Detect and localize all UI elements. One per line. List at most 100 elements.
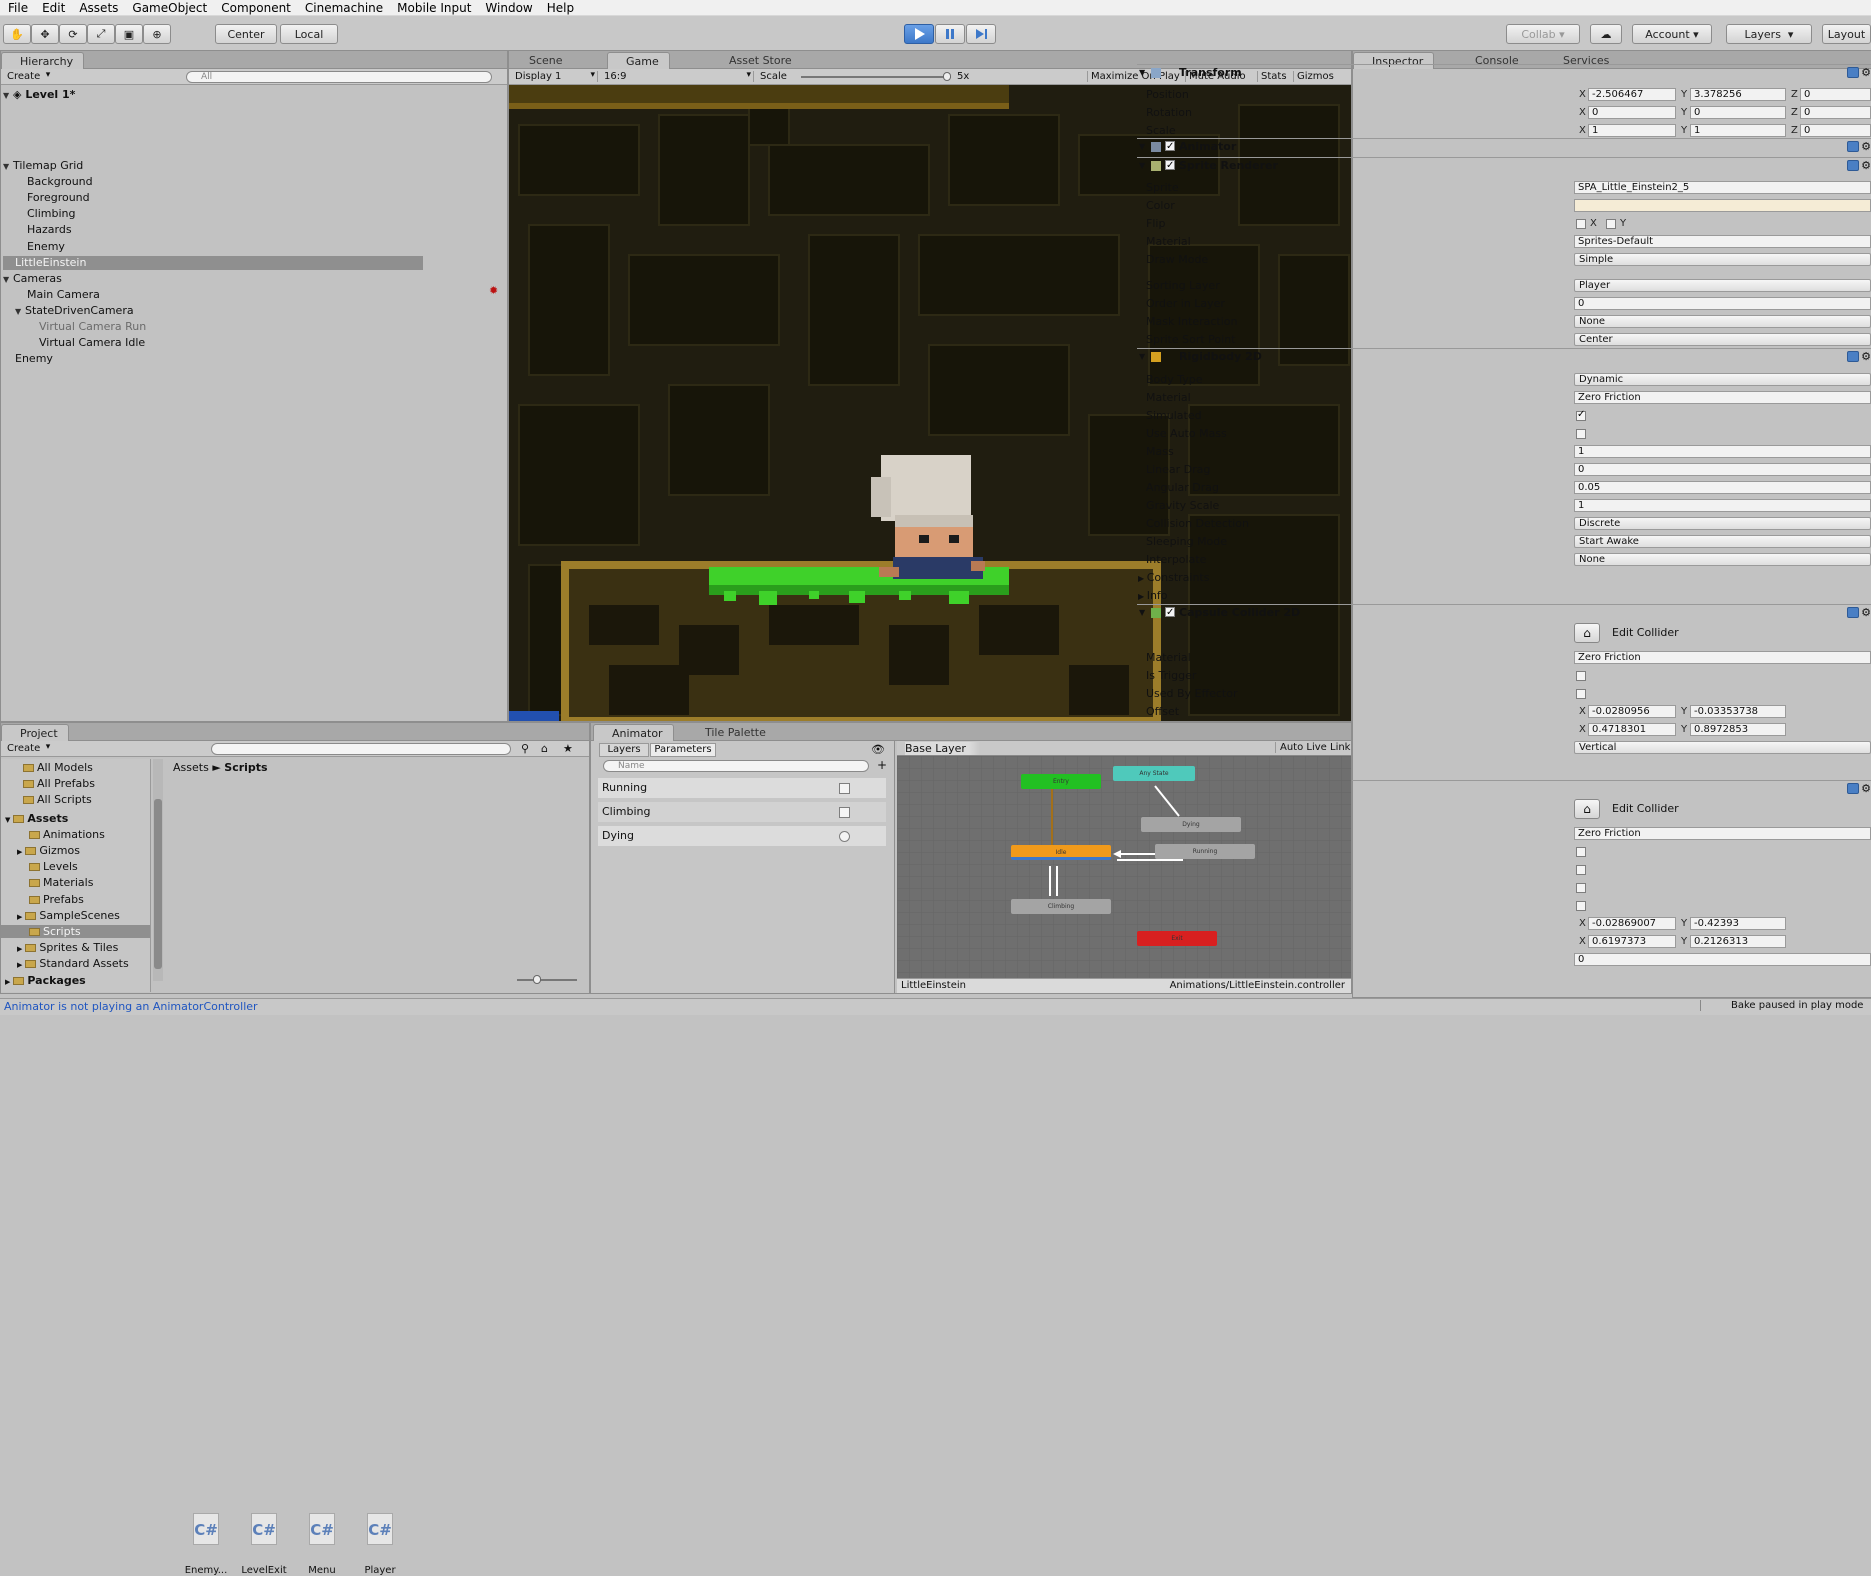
transform-scale-x-field[interactable]: 1 <box>1588 124 1676 137</box>
packages-root-folder[interactable]: ▶ Packages <box>5 974 86 987</box>
breadcrumb-scripts[interactable]: Scripts <box>224 761 267 774</box>
collapse-arrow-icon[interactable]: ▼ <box>1139 139 1145 155</box>
icon-size-slider[interactable] <box>517 979 577 981</box>
project-create-dropdown[interactable]: Create <box>1 742 52 754</box>
filter-by-type-icon[interactable]: ⚲ <box>521 742 529 755</box>
hierarchy-item[interactable]: ▼ Cameras <box>3 272 423 286</box>
base-layer-breadcrumb[interactable]: Base Layer <box>905 742 980 755</box>
state-climbing[interactable]: Climbing <box>1011 899 1111 914</box>
sprite-renderer-draw-mode-dropdown[interactable]: Simple <box>1574 253 1871 266</box>
order-in-layer-field[interactable]: 0 <box>1574 297 1871 310</box>
rigidbody-interpolate-dropdown[interactable]: None <box>1574 553 1871 566</box>
capsule-edit-collider-button[interactable]: ⌂ <box>1574 623 1600 643</box>
rigidbody-body-type-dropdown[interactable]: Dynamic <box>1574 373 1871 386</box>
collapse-arrow-icon[interactable]: ▼ <box>1139 349 1145 365</box>
folder-standard-assets[interactable]: ▶ Standard Assets <box>17 957 129 970</box>
expand-arrow-icon[interactable]: ▶ <box>17 848 22 856</box>
hierarchy-item[interactable]: Foreground <box>3 191 423 205</box>
display-dropdown[interactable]: Display 1 <box>509 70 597 82</box>
rotate-tool-button[interactable]: ⟳ <box>59 24 87 44</box>
state-dying[interactable]: Dying <box>1141 817 1241 832</box>
sprite-renderer-sorting-layer-dropdown[interactable]: Player <box>1574 279 1871 292</box>
hierarchy-item[interactable]: Background <box>3 175 423 189</box>
expand-arrow-icon[interactable]: ▶ <box>5 978 10 986</box>
favorite-search-item[interactable]: All Prefabs <box>23 777 95 790</box>
rigidbody-gravity-scale-field[interactable]: 1 <box>1574 499 1871 512</box>
component-gear-icon[interactable]: ⚙ <box>1861 349 1871 365</box>
box-offset-x-field[interactable]: -0.02869007 <box>1588 917 1676 930</box>
collapse-arrow-icon[interactable]: ▼ <box>3 88 13 103</box>
pivot-center-button[interactable]: Center <box>215 24 277 44</box>
collapse-arrow-icon[interactable]: ▼ <box>1139 158 1145 174</box>
animator-component-header[interactable]: ▼ Animator ⚙ <box>1137 138 1871 155</box>
menu-help[interactable]: Help <box>541 1 582 15</box>
rigidbody-angular-drag-field[interactable]: 0.05 <box>1574 481 1871 494</box>
transform-scale-y-field[interactable]: 1 <box>1690 124 1786 137</box>
hierarchy-create-dropdown[interactable]: Create <box>1 70 52 82</box>
capsule-collider-2d-header[interactable]: ▼ Capsule Collider 2D ⚙ <box>1137 604 1871 621</box>
box-used-by-composite-checkbox[interactable] <box>1576 883 1586 893</box>
box-is-trigger-checkbox[interactable] <box>1576 847 1586 857</box>
favorite-search-item[interactable]: All Scripts <box>23 793 92 806</box>
parameters-subtab[interactable]: Parameters <box>650 743 716 757</box>
transform-tool-button[interactable]: ⊕ <box>143 24 171 44</box>
folder-animations[interactable]: Animations <box>29 828 105 841</box>
collab-dropdown[interactable]: Collab ▾ <box>1506 24 1580 44</box>
breadcrumb-assets[interactable]: Assets <box>173 761 209 774</box>
script-file-name[interactable]: Enemy... <box>176 1565 236 1576</box>
capsule-direction-dropdown[interactable]: Vertical <box>1574 741 1871 754</box>
favorites-star-icon[interactable]: ★ <box>563 742 573 755</box>
csharp-script-icon[interactable]: C# <box>193 1513 219 1545</box>
hierarchy-item[interactable]: Enemy <box>3 352 423 366</box>
script-file-name[interactable]: Player <box>350 1565 410 1576</box>
hand-tool-button[interactable]: ✋ <box>3 24 31 44</box>
capsule-used-by-effector-checkbox[interactable] <box>1576 689 1586 699</box>
assets-root-folder[interactable]: ▼ Assets <box>5 812 68 825</box>
tab-asset-store[interactable]: Asset Store <box>711 52 802 69</box>
state-running[interactable]: Running <box>1155 844 1255 859</box>
layout-dropdown[interactable]: Layout <box>1822 24 1871 44</box>
project-search-input[interactable] <box>211 743 511 755</box>
hierarchy-item[interactable]: ▼ Tilemap Grid <box>3 159 423 173</box>
collapse-arrow-icon[interactable]: ▼ <box>1139 605 1145 621</box>
expand-arrow-icon[interactable]: ▶ <box>1138 574 1147 583</box>
project-tree-scrollbar[interactable] <box>153 759 163 981</box>
folder-sprites-tiles[interactable]: ▶ Sprites & Tiles <box>17 941 118 954</box>
tab-animator[interactable]: Animator <box>593 724 674 741</box>
folder-samplescenes[interactable]: ▶ SampleScenes <box>17 909 120 922</box>
step-button[interactable] <box>966 24 996 44</box>
script-file-name[interactable]: Menu <box>292 1565 352 1576</box>
parameter-row[interactable]: Running <box>598 778 886 798</box>
folder-materials[interactable]: Materials <box>29 876 93 889</box>
menu-window[interactable]: Window <box>479 1 540 15</box>
help-book-icon[interactable] <box>1847 783 1859 794</box>
favorite-search-item[interactable]: All Models <box>23 761 93 774</box>
capsule-size-x-field[interactable]: 0.4718301 <box>1588 723 1676 736</box>
component-gear-icon[interactable]: ⚙ <box>1861 65 1871 81</box>
eye-icon[interactable]: 👁 <box>871 743 885 756</box>
help-book-icon[interactable] <box>1847 67 1859 78</box>
hierarchy-item[interactable]: Virtual Camera Run <box>3 320 423 334</box>
menu-gameobject[interactable]: GameObject <box>126 1 215 15</box>
hierarchy-item[interactable]: Climbing <box>3 207 423 221</box>
capsule-collider-2d-enabled-checkbox[interactable] <box>1165 605 1175 621</box>
box-edge-radius-field[interactable]: 0 <box>1574 953 1871 966</box>
rigidbody-material-field[interactable]: Zero Friction <box>1574 391 1871 404</box>
box-used-by-effector-checkbox[interactable] <box>1576 865 1586 875</box>
expand-arrow-icon[interactable]: ▼ <box>3 273 13 287</box>
sprite-renderer-material-field[interactable]: Sprites-Default <box>1574 235 1871 248</box>
layers-subtab[interactable]: Layers <box>599 743 649 757</box>
cloud-button[interactable]: ☁ <box>1590 24 1622 44</box>
flip-x-checkbox[interactable] <box>1576 219 1586 229</box>
animator-component-enabled-checkbox[interactable] <box>1165 139 1175 155</box>
menu-file[interactable]: File <box>2 1 36 15</box>
rigidbody-info-foldout[interactable]: ▶ Info <box>1138 589 1168 603</box>
bool-checkbox[interactable] <box>839 807 850 818</box>
help-book-icon[interactable] <box>1847 607 1859 618</box>
folder-gizmos[interactable]: ▶ Gizmos <box>17 844 80 857</box>
hierarchy-search-input[interactable]: All <box>186 71 492 83</box>
pause-button[interactable] <box>935 24 965 44</box>
rigidbody-collision-detection-dropdown[interactable]: Discrete <box>1574 517 1871 530</box>
sprite-renderer-mask-interaction-dropdown[interactable]: None <box>1574 315 1871 328</box>
rigidbody-linear-drag-field[interactable]: 0 <box>1574 463 1871 476</box>
